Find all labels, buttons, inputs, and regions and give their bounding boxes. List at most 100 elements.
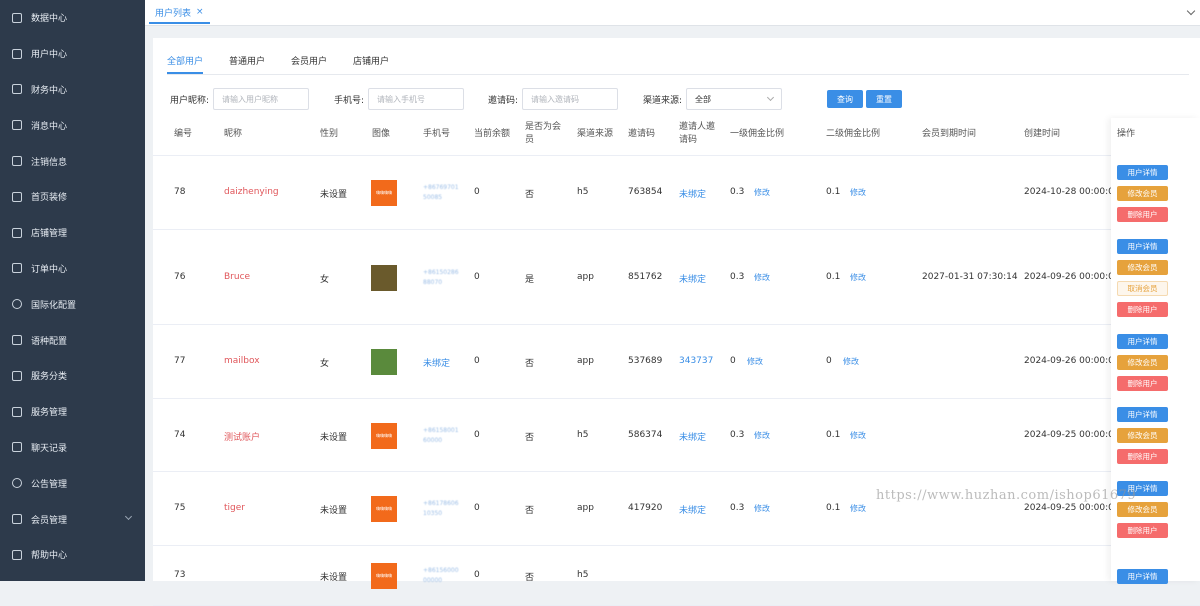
close-icon[interactable]: × <box>196 7 204 17</box>
cell-inviter[interactable]: 未绑定 <box>679 430 706 443</box>
cell-created: 2024-09-26 00:00:00 <box>1024 272 1120 282</box>
cell-level2: 0.1 <box>826 187 841 197</box>
cell-inviter[interactable]: 未绑定 <box>679 503 706 516</box>
header-balance: 当前余额 <box>474 129 511 139</box>
sidebar-item[interactable]: 财务中心 <box>0 72 145 108</box>
edit-level2-link[interactable]: 修改 <box>850 187 866 198</box>
sidebar-item-label: 首页装修 <box>31 193 68 204</box>
sidebar-item[interactable]: 注销信息 <box>0 143 145 179</box>
cell-is-member: 否 <box>525 359 535 369</box>
chart-icon <box>12 227 22 238</box>
cell-gender: 未设置 <box>320 573 348 583</box>
cell-nickname[interactable]: tiger <box>224 503 245 513</box>
user-detail-button[interactable]: 用户详情 <box>1117 334 1168 349</box>
user-detail-button[interactable]: 用户详情 <box>1117 569 1168 584</box>
cell-gender: 女 <box>320 359 330 369</box>
edit-member-button[interactable]: 修改会员 <box>1117 186 1168 201</box>
edit-level2-link[interactable]: 修改 <box>850 272 866 283</box>
chevron-down-icon[interactable] <box>1186 6 1196 16</box>
user-detail-button[interactable]: 用户详情 <box>1117 239 1168 254</box>
sidebar-item[interactable]: 订单中心 <box>0 251 145 287</box>
channel-select[interactable]: 全部 <box>686 88 783 110</box>
sidebar-item[interactable]: 服务分类 <box>0 358 145 394</box>
cell-nickname[interactable]: mailbox <box>224 356 260 366</box>
phone-input[interactable]: 请输入手机号 <box>368 88 465 110</box>
user-detail-button[interactable]: 用户详情 <box>1117 165 1168 180</box>
invite-input[interactable]: 请输入邀请码 <box>522 88 619 110</box>
cell-phone[interactable]: 未绑定 <box>423 356 450 369</box>
message-icon <box>12 442 22 453</box>
delete-user-button[interactable]: 删除用户 <box>1117 449 1168 464</box>
card-icon <box>12 406 22 417</box>
cell-balance: 0 <box>474 430 480 440</box>
sidebar-item[interactable]: 公告管理 <box>0 465 145 501</box>
tab-user-list[interactable]: 用户列表 × <box>149 2 210 24</box>
edit-level1-link[interactable]: 修改 <box>754 187 770 198</box>
edit-level2-link[interactable]: 修改 <box>850 503 866 514</box>
edit-member-button[interactable]: 修改会员 <box>1117 502 1168 517</box>
sidebar-item[interactable]: 店铺管理 <box>0 215 145 251</box>
edit-level1-link[interactable]: 修改 <box>747 356 763 367</box>
sidebar-item-label: 公告管理 <box>31 479 68 490</box>
delete-user-button[interactable]: 删除用户 <box>1117 302 1168 317</box>
sidebar-item-label: 国际化配置 <box>31 300 77 311</box>
sidebar-item[interactable]: 消息中心 <box>0 107 145 143</box>
nickname-input[interactable]: 请输入用户昵称 <box>213 88 310 110</box>
cell-balance: 0 <box>474 272 480 282</box>
sidebar-item[interactable]: 会员管理 <box>0 501 145 537</box>
gear-icon <box>12 299 22 310</box>
edit-level2-link[interactable]: 修改 <box>850 430 866 441</box>
avatar <box>371 349 397 375</box>
header-phone: 手机号 <box>423 129 451 139</box>
channel-label: 渠道来源: <box>643 95 683 106</box>
cell-nickname[interactable]: 测试账户 <box>224 430 260 443</box>
actions-column: 操作 用户详情 修改会员 删除用户 用户详情 修改会员 取消会员 删除用户 用户详情 修改会员删… <box>1111 118 1200 584</box>
delete-user-button[interactable]: 删除用户 <box>1117 523 1168 538</box>
cell-invite-code: 586374 <box>628 430 663 440</box>
cell-nickname[interactable]: Bruce <box>224 272 250 282</box>
edit-level1-link[interactable]: 修改 <box>754 430 770 441</box>
sidebar-item[interactable]: 数据中心 <box>0 0 145 36</box>
edit-level2-link[interactable]: 修改 <box>843 356 859 367</box>
cell-gender: 未设置 <box>320 506 348 516</box>
delete-user-button[interactable]: 删除用户 <box>1117 376 1168 391</box>
cell-nickname[interactable]: daizhenying <box>224 187 279 197</box>
watermark: https://www.huzhan.com/ishop61679 <box>876 488 1137 503</box>
tab-normal-users[interactable]: 普通用户 <box>229 54 265 74</box>
sidebar-item-label: 店铺管理 <box>31 229 68 240</box>
header-is-member-line2: 员 <box>525 135 535 145</box>
sidebar-item[interactable]: 聊天记录 <box>0 430 145 466</box>
delete-user-button[interactable]: 删除用户 <box>1117 207 1168 222</box>
edit-level1-link[interactable]: 修改 <box>754 503 770 514</box>
cell-inviter[interactable]: 未绑定 <box>679 272 706 285</box>
cell-created: 2024-10-28 00:00:00 <box>1024 187 1120 197</box>
sidebar-item[interactable]: 帮助中心 <box>0 537 145 573</box>
sidebar-item[interactable]: 服务管理 <box>0 394 145 430</box>
cell-level2: 0 <box>826 356 832 366</box>
edit-level1-link[interactable]: 修改 <box>754 272 770 283</box>
sidebar-item-label: 会员管理 <box>31 515 68 526</box>
user-detail-button[interactable]: 用户详情 <box>1117 407 1168 422</box>
cell-level1: 0.3 <box>730 503 745 513</box>
tab-all-users[interactable]: 全部用户 <box>167 54 204 74</box>
query-button[interactable]: 查询 <box>827 90 863 108</box>
cell-balance: 0 <box>474 570 480 580</box>
sidebar-item[interactable]: 国际化配置 <box>0 286 145 322</box>
reset-button[interactable]: 重置 <box>866 90 902 108</box>
edit-member-button[interactable]: 修改会员 <box>1117 355 1168 370</box>
edit-member-button[interactable]: 修改会员 <box>1117 428 1168 443</box>
tab-shop-users[interactable]: 店铺用户 <box>353 54 389 74</box>
chevron-down-icon[interactable] <box>124 513 133 521</box>
cell-inviter[interactable]: 未绑定 <box>679 187 706 200</box>
avatar <box>371 265 397 291</box>
sidebar-item[interactable]: 语种配置 <box>0 322 145 358</box>
cell-balance: 0 <box>474 187 480 197</box>
cancel-member-button[interactable]: 取消会员 <box>1117 281 1168 296</box>
tab-member-users[interactable]: 会员用户 <box>291 54 327 74</box>
sidebar-item[interactable]: 用户中心 <box>0 36 145 72</box>
cell-phone: +8676970150085 <box>423 184 459 201</box>
filter-channel: 渠道来源: 全部 <box>643 88 783 110</box>
cell-inviter[interactable]: 343737 <box>679 356 713 366</box>
sidebar-item[interactable]: 首页装修 <box>0 179 145 215</box>
edit-member-button[interactable]: 修改会员 <box>1117 260 1168 275</box>
